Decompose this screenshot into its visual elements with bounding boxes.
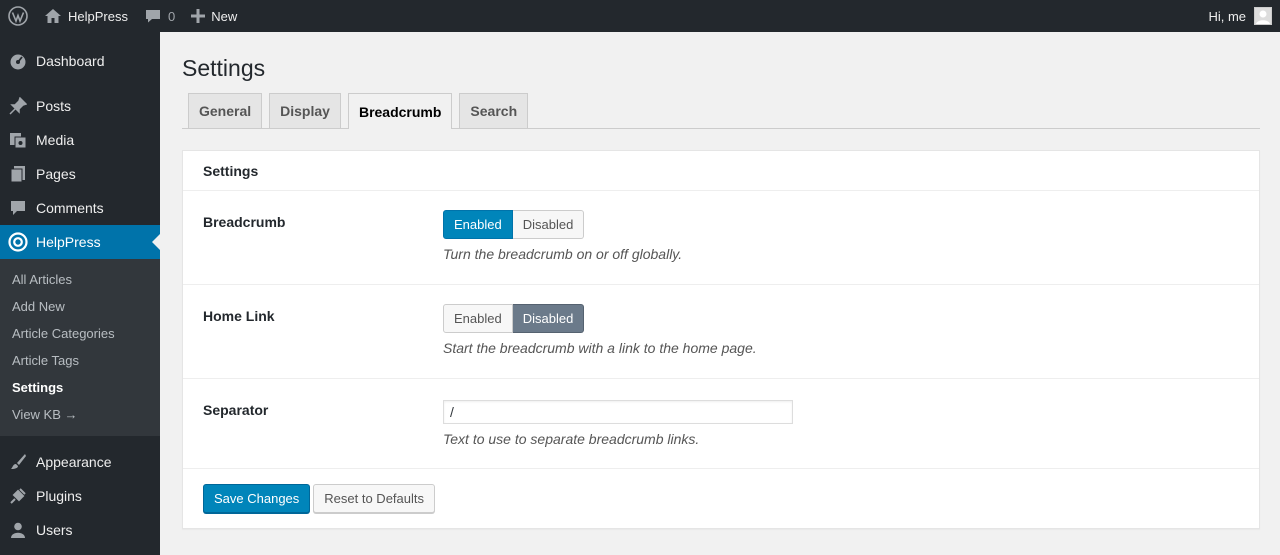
admin-sidebar: Dashboard Posts Media Pages Comments Hel… [0,32,160,555]
wordpress-logo-icon [8,6,28,26]
home-link-label: Home Link [203,308,275,324]
brush-icon [8,452,28,472]
breadcrumb-toggle: Enabled Disabled [443,210,682,239]
pages-icon [8,164,28,184]
save-changes-button[interactable]: Save Changes [203,484,311,513]
sidebar-item-label: Users [36,522,73,538]
submenu-article-tags[interactable]: Article Tags [0,347,160,374]
submenu-view-kb[interactable]: View KB → [0,401,160,428]
user-icon [8,520,28,540]
sidebar-item-media[interactable]: Media [0,123,160,157]
sidebar-item-label: Appearance [36,454,112,470]
comments-menu[interactable]: 0 [136,0,183,32]
form-actions: Save Changes Reset to Defaults [183,469,1259,528]
sidebar-item-label: HelpPress [36,234,101,250]
sidebar-item-posts[interactable]: Posts [0,89,160,123]
sidebar-item-plugins[interactable]: Plugins [0,479,160,513]
home-link-disabled-button[interactable]: Disabled [512,304,585,333]
comment-icon [8,198,28,218]
dashboard-icon [8,51,28,71]
home-link-toggle: Enabled Disabled [443,304,757,333]
home-link-row: Home Link Enabled Disabled Start the bre… [183,285,1259,379]
tab-general[interactable]: General [188,93,263,128]
submenu-add-new[interactable]: Add New [0,293,160,320]
plug-icon [8,486,28,506]
pin-icon [8,96,28,116]
wp-logo-menu[interactable] [0,0,36,32]
home-link-enabled-button[interactable]: Enabled [443,304,513,333]
submenu-article-categories[interactable]: Article Categories [0,320,160,347]
separator-description: Text to use to separate breadcrumb links… [443,431,700,447]
site-name: HelpPress [68,8,128,24]
sidebar-item-label: Comments [36,200,104,216]
sidebar-item-appearance[interactable]: Appearance [0,445,160,479]
sidebar-item-comments[interactable]: Comments [0,191,160,225]
breadcrumb-row: Breadcrumb Enabled Disabled Turn the bre… [183,191,1259,285]
settings-tabs: General Display Breadcrumb Search [182,93,1260,129]
sidebar-item-label: Dashboard [36,53,105,69]
lifebuoy-icon [8,232,28,252]
breadcrumb-disabled-button[interactable]: Disabled [512,210,585,239]
sidebar-item-label: Posts [36,98,72,114]
separator-label: Separator [203,402,269,418]
tab-search[interactable]: Search [459,93,529,128]
breadcrumb-label: Breadcrumb [203,214,286,230]
new-label: New [211,8,238,24]
admin-bar: HelpPress 0 New Hi, me [0,0,1280,32]
avatar [1254,7,1272,25]
sidebar-item-label: Pages [36,166,76,182]
home-icon [44,8,62,24]
my-account-menu[interactable]: Hi, me [1208,0,1280,32]
sidebar-item-helppress[interactable]: HelpPress [0,225,160,259]
page-title: Settings [182,55,266,81]
greeting: Hi, me [1208,8,1246,24]
breadcrumb-description: Turn the breadcrumb on or off globally. [443,246,683,262]
submenu-settings[interactable]: Settings [0,374,160,401]
sidebar-item-users[interactable]: Users [0,513,160,547]
sidebar-item-label: Media [36,132,75,148]
sidebar-item-pages[interactable]: Pages [0,157,160,191]
helppress-submenu: All Articles Add New Article Categories … [0,259,160,436]
main-content: Settings General Display Breadcrumb Sear… [182,32,1260,529]
settings-box: Settings Breadcrumb Enabled Disabled Tur… [182,150,1260,529]
sidebar-item-label: Plugins [36,488,82,504]
tab-display[interactable]: Display [269,93,341,128]
media-icon [8,130,28,150]
sidebar-item-dashboard[interactable]: Dashboard [0,44,160,78]
breadcrumb-enabled-button[interactable]: Enabled [443,210,513,239]
settings-box-heading: Settings [183,151,1259,191]
separator-input[interactable] [443,400,793,424]
tab-breadcrumb[interactable]: Breadcrumb [347,93,453,129]
comments-count: 0 [167,8,176,24]
site-name-menu[interactable]: HelpPress [36,0,136,32]
comment-bubble-icon [144,8,162,24]
plus-icon [191,9,206,23]
submenu-all-articles[interactable]: All Articles [0,266,160,293]
separator-row: Separator Text to use to separate breadc… [183,379,1259,469]
new-content-menu[interactable]: New [183,0,245,32]
home-link-description: Start the breadcrumb with a link to the … [443,340,757,356]
reset-defaults-button[interactable]: Reset to Defaults [313,484,435,513]
